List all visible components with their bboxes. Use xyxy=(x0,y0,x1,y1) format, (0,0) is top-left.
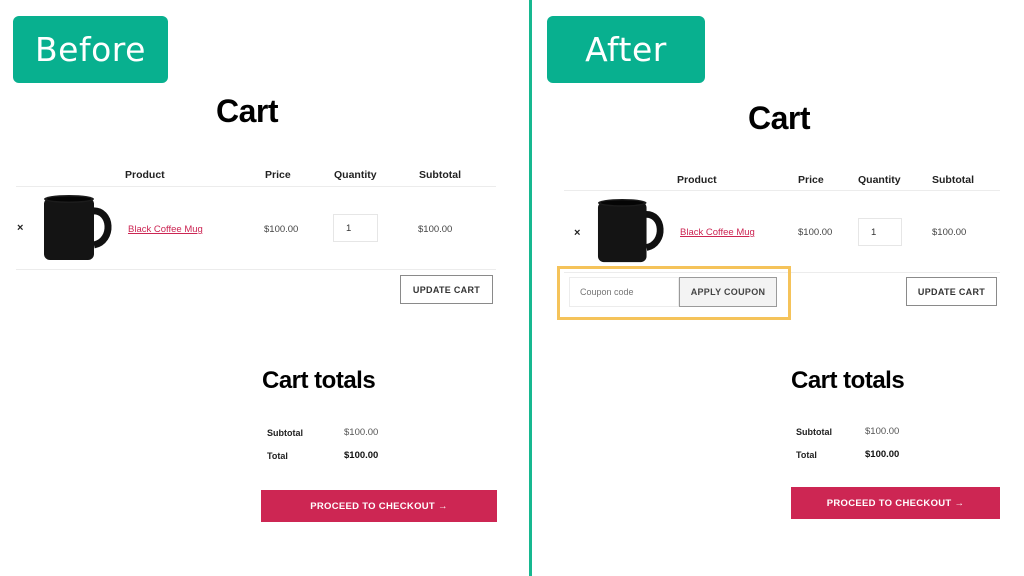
update-cart-button[interactable]: UPDATE CART xyxy=(906,277,997,306)
item-subtotal: $100.00 xyxy=(932,227,967,238)
product-link[interactable]: Black Coffee Mug xyxy=(128,224,203,235)
before-panel: Before Cart Product Price Quantity Subto… xyxy=(0,0,529,576)
item-subtotal: $100.00 xyxy=(418,224,453,235)
column-header-price: Price xyxy=(265,169,291,181)
apply-coupon-button[interactable]: APPLY COUPON xyxy=(679,277,777,307)
column-header-quantity: Quantity xyxy=(858,174,901,186)
table-header-divider xyxy=(564,190,1000,191)
black-coffee-mug-image xyxy=(44,195,112,260)
totals-total-value: $100.00 xyxy=(865,449,900,460)
column-header-quantity: Quantity xyxy=(334,169,377,181)
table-row-divider xyxy=(16,269,496,270)
item-price: $100.00 xyxy=(264,224,299,235)
proceed-to-checkout-button[interactable]: PROCEED TO CHECKOUT → xyxy=(791,487,1000,519)
quantity-input[interactable]: 1 xyxy=(858,218,902,246)
column-header-subtotal: Subtotal xyxy=(419,169,461,181)
before-tag: Before xyxy=(13,16,168,83)
totals-total-label: Total xyxy=(796,450,817,460)
remove-item-icon[interactable]: × xyxy=(574,227,580,239)
column-header-product: Product xyxy=(125,169,165,181)
totals-total-label: Total xyxy=(267,451,288,461)
cart-totals-title: Cart totals xyxy=(262,367,376,394)
table-header-divider xyxy=(16,186,496,187)
cart-title: Cart xyxy=(748,100,811,136)
cart-title: Cart xyxy=(216,93,279,129)
totals-subtotal-value: $100.00 xyxy=(865,426,900,437)
column-header-product: Product xyxy=(677,174,717,186)
column-header-price: Price xyxy=(798,174,824,186)
totals-subtotal-label: Subtotal xyxy=(796,427,832,437)
totals-total-value: $100.00 xyxy=(344,450,379,461)
quantity-input[interactable]: 1 xyxy=(333,214,378,242)
black-coffee-mug-image xyxy=(597,198,664,263)
item-price: $100.00 xyxy=(798,227,833,238)
column-header-subtotal: Subtotal xyxy=(932,174,974,186)
product-link[interactable]: Black Coffee Mug xyxy=(680,227,755,238)
after-panel: After Cart Product Price Quantity Subtot… xyxy=(532,0,1024,576)
update-cart-button[interactable]: UPDATE CART xyxy=(400,275,493,304)
remove-item-icon[interactable]: × xyxy=(17,222,23,234)
totals-subtotal-label: Subtotal xyxy=(267,428,303,438)
cart-totals-title: Cart totals xyxy=(791,367,905,394)
coupon-code-input[interactable] xyxy=(569,277,679,307)
after-tag: After xyxy=(547,16,705,83)
totals-subtotal-value: $100.00 xyxy=(344,427,379,438)
proceed-to-checkout-button[interactable]: PROCEED TO CHECKOUT → xyxy=(261,490,497,522)
